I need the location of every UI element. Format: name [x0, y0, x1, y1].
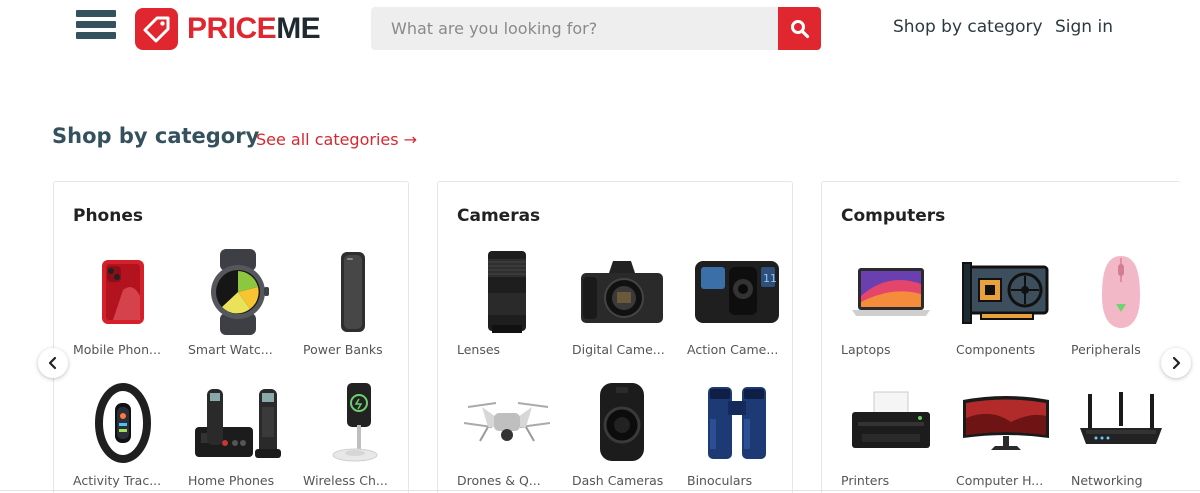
- category-tile[interactable]: Printers: [841, 375, 941, 493]
- category-label: Drones & Q...: [457, 473, 541, 488]
- category-label: Power Banks: [303, 342, 383, 357]
- binoculars-icon: [687, 375, 787, 471]
- search-button[interactable]: [778, 7, 821, 50]
- site-header: PRICEME Shop by category Sign in: [0, 0, 1200, 58]
- menu-icon[interactable]: [76, 10, 116, 46]
- card-title[interactable]: Phones: [73, 206, 143, 226]
- lens-icon: [457, 244, 557, 340]
- digital-camera-icon: [572, 244, 672, 340]
- category-label: Binoculars: [687, 473, 753, 488]
- category-label: Peripherals: [1071, 342, 1141, 357]
- category-label: Printers: [841, 473, 890, 488]
- category-label: Laptops: [841, 342, 891, 357]
- dash-camera-icon: [572, 375, 672, 471]
- category-tile[interactable]: Digital Came...: [572, 244, 672, 364]
- category-tile[interactable]: Home Phones: [188, 375, 288, 493]
- category-label: Mobile Phon...: [73, 342, 161, 357]
- category-tile[interactable]: Power Banks: [303, 244, 403, 364]
- logo-text-me: ME: [276, 12, 321, 45]
- chevron-left-icon: [48, 356, 57, 370]
- category-tile[interactable]: Lenses: [457, 244, 557, 364]
- category-tile[interactable]: Components: [956, 244, 1056, 364]
- category-label: Digital Came...: [572, 342, 665, 357]
- card-title[interactable]: Cameras: [457, 206, 540, 226]
- logo-text-price: PRICE: [187, 12, 277, 45]
- category-label: Smart Watc...: [188, 342, 273, 357]
- printer-icon: [841, 375, 941, 471]
- smartwatch-icon: [188, 244, 288, 340]
- category-label: Lenses: [457, 342, 501, 357]
- category-tile[interactable]: Wireless Ch...: [303, 375, 403, 493]
- svg-text:11: 11: [763, 272, 777, 285]
- graphics-card-icon: [956, 244, 1056, 340]
- category-tile[interactable]: Activity Trac...: [73, 375, 173, 493]
- category-label: Activity Trac...: [73, 473, 162, 488]
- monitor-icon: [956, 375, 1056, 471]
- section-title: Shop by category: [52, 124, 260, 148]
- category-tile[interactable]: Laptops: [841, 244, 941, 364]
- category-label: Dash Cameras: [572, 473, 664, 488]
- category-tile[interactable]: Computer H...: [956, 375, 1056, 493]
- search-input[interactable]: [371, 7, 778, 50]
- laptop-icon: [841, 244, 941, 340]
- power-bank-icon: [303, 244, 403, 340]
- category-card-computers: Computers Laptops Components Peripherals…: [821, 181, 1181, 493]
- nav-sign-in[interactable]: Sign in: [1055, 17, 1113, 37]
- category-label: Action Came...: [687, 342, 779, 357]
- home-phone-icon: [188, 375, 288, 471]
- action-camera-icon: 11: [687, 244, 787, 340]
- category-label: Computer H...: [956, 473, 1044, 488]
- category-tile[interactable]: Networking: [1071, 375, 1171, 493]
- category-label: Networking: [1071, 473, 1143, 488]
- category-label: Home Phones: [188, 473, 275, 488]
- search-bar: [371, 7, 821, 50]
- bottom-divider: [0, 490, 1200, 491]
- mouse-icon: [1071, 244, 1171, 340]
- category-tile[interactable]: Mobile Phon...: [73, 244, 173, 364]
- chevron-right-icon: [1172, 356, 1181, 370]
- smartphone-icon: [73, 244, 173, 340]
- category-label: Wireless Ch...: [303, 473, 388, 488]
- card-title[interactable]: Computers: [841, 206, 945, 226]
- category-tile[interactable]: 11 Action Came...: [687, 244, 787, 364]
- search-icon: [790, 19, 809, 38]
- activity-tracker-icon: [73, 375, 173, 471]
- category-tile[interactable]: Peripherals: [1071, 244, 1171, 364]
- see-all-categories-link[interactable]: See all categories →: [256, 130, 417, 149]
- category-tile[interactable]: Smart Watc...: [188, 244, 288, 364]
- category-card-cameras: Cameras Lenses Digital Came... 11 Action…: [437, 181, 793, 493]
- category-tile[interactable]: Binoculars: [687, 375, 787, 493]
- priceme-logo[interactable]: PRICEME: [135, 8, 321, 50]
- category-tile[interactable]: Drones & Q...: [457, 375, 557, 493]
- logo-wordmark: PRICEME: [187, 8, 321, 50]
- category-card-phones: Phones Mobile Phon... Smart Watc... Powe…: [53, 181, 409, 493]
- category-label: Components: [956, 342, 1036, 357]
- wireless-charger-icon: [303, 375, 403, 471]
- price-tag-icon: [135, 8, 178, 50]
- carousel-prev-button[interactable]: [38, 348, 68, 378]
- nav-shop-by-category[interactable]: Shop by category: [893, 17, 1043, 37]
- carousel-next-button[interactable]: [1161, 348, 1191, 378]
- router-icon: [1071, 375, 1171, 471]
- drone-icon: [457, 375, 557, 471]
- category-tile[interactable]: Dash Cameras: [572, 375, 672, 493]
